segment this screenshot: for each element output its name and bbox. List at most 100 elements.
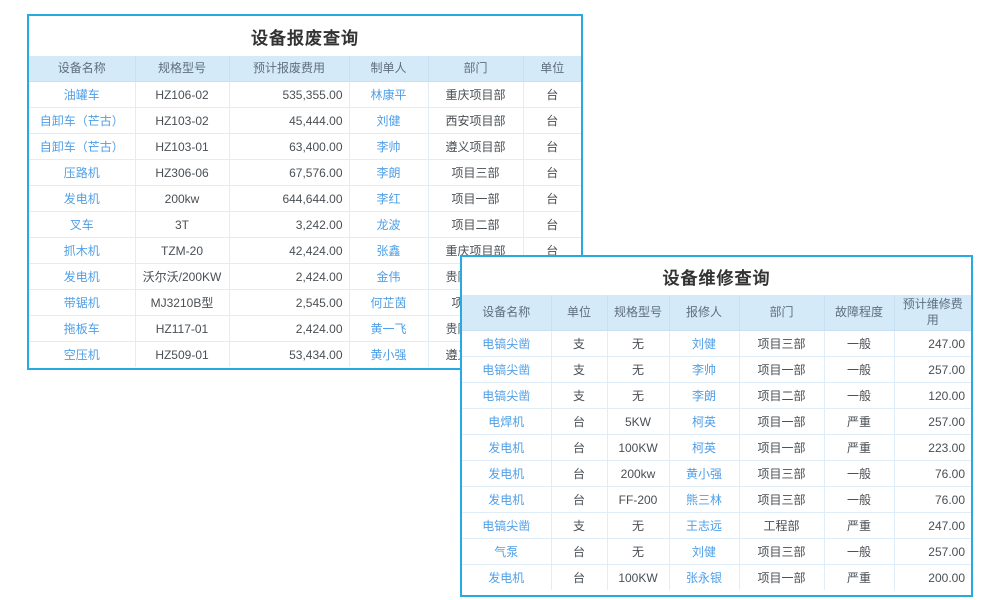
table-cell: 遵义项目部 bbox=[428, 134, 523, 160]
header-cell: 部门 bbox=[739, 295, 824, 331]
device-name-link[interactable]: 发电机 bbox=[462, 487, 551, 513]
table-cell: 台 bbox=[523, 186, 581, 212]
scrap-panel-title: 设备报废查询 bbox=[29, 16, 581, 56]
header-cell: 设备名称 bbox=[462, 295, 551, 331]
person-name-link[interactable]: 李朗 bbox=[349, 160, 428, 186]
device-name-link[interactable]: 自卸车（芒古） bbox=[29, 134, 135, 160]
table-cell: 项目一部 bbox=[739, 409, 824, 435]
table-cell: 63,400.00 bbox=[229, 134, 349, 160]
table-cell: 535,355.00 bbox=[229, 82, 349, 108]
device-name-link[interactable]: 电镐尖凿 bbox=[462, 331, 551, 357]
device-name-link[interactable]: 发电机 bbox=[29, 186, 135, 212]
table-cell: 200kw bbox=[607, 461, 669, 487]
device-name-link[interactable]: 电镐尖凿 bbox=[462, 383, 551, 409]
person-name-link[interactable]: 张鑫 bbox=[349, 238, 428, 264]
table-cell: 项目一部 bbox=[739, 357, 824, 383]
person-name-link[interactable]: 王志远 bbox=[669, 513, 739, 539]
table-cell: 项目三部 bbox=[428, 160, 523, 186]
table-cell: 3T bbox=[135, 212, 229, 238]
table-cell: 项目一部 bbox=[739, 435, 824, 461]
person-name-link[interactable]: 李帅 bbox=[669, 357, 739, 383]
person-name-link[interactable]: 张永银 bbox=[669, 565, 739, 591]
table-cell: 项目二部 bbox=[739, 383, 824, 409]
table-cell: 200.00 bbox=[894, 565, 971, 591]
table-cell: 台 bbox=[523, 160, 581, 186]
table-row: 电镐尖凿支无刘健项目三部一般247.00 bbox=[462, 331, 971, 357]
scrap-table-header: 设备名称规格型号预计报废费用制单人部门单位 bbox=[29, 56, 581, 82]
header-cell: 故障程度 bbox=[824, 295, 894, 331]
person-name-link[interactable]: 金伟 bbox=[349, 264, 428, 290]
person-name-link[interactable]: 何芷茵 bbox=[349, 290, 428, 316]
person-name-link[interactable]: 柯英 bbox=[669, 409, 739, 435]
table-cell: 5KW bbox=[607, 409, 669, 435]
table-row: 压路机HZ306-0667,576.00李朗项目三部台 bbox=[29, 160, 581, 186]
device-name-link[interactable]: 发电机 bbox=[462, 461, 551, 487]
repair-panel-title: 设备维修查询 bbox=[462, 257, 971, 295]
device-name-link[interactable]: 发电机 bbox=[462, 565, 551, 591]
table-cell: 无 bbox=[607, 331, 669, 357]
person-name-link[interactable]: 熊三林 bbox=[669, 487, 739, 513]
device-name-link[interactable]: 抓木机 bbox=[29, 238, 135, 264]
person-name-link[interactable]: 龙波 bbox=[349, 212, 428, 238]
table-cell: 重庆项目部 bbox=[428, 82, 523, 108]
device-name-link[interactable]: 油罐车 bbox=[29, 82, 135, 108]
table-row: 电焊机台5KW柯英项目一部严重257.00 bbox=[462, 409, 971, 435]
table-cell: 沃尔沃/200KW bbox=[135, 264, 229, 290]
table-cell: FF-200 bbox=[607, 487, 669, 513]
table-cell: TZM-20 bbox=[135, 238, 229, 264]
person-name-link[interactable]: 黄小强 bbox=[349, 342, 428, 368]
table-cell: HZ103-02 bbox=[135, 108, 229, 134]
table-cell: 644,644.00 bbox=[229, 186, 349, 212]
person-name-link[interactable]: 黄一飞 bbox=[349, 316, 428, 342]
table-cell: 42,424.00 bbox=[229, 238, 349, 264]
table-cell: 项目三部 bbox=[739, 461, 824, 487]
person-name-link[interactable]: 柯英 bbox=[669, 435, 739, 461]
person-name-link[interactable]: 林康平 bbox=[349, 82, 428, 108]
table-cell: 一般 bbox=[824, 331, 894, 357]
person-name-link[interactable]: 李朗 bbox=[669, 383, 739, 409]
device-name-link[interactable]: 发电机 bbox=[29, 264, 135, 290]
table-row: 发电机台FF-200熊三林项目三部一般76.00 bbox=[462, 487, 971, 513]
table-row: 叉车3T3,242.00龙波项目二部台 bbox=[29, 212, 581, 238]
table-cell: 2,424.00 bbox=[229, 264, 349, 290]
table-cell: 2,424.00 bbox=[229, 316, 349, 342]
device-name-link[interactable]: 拖板车 bbox=[29, 316, 135, 342]
header-row: 设备名称规格型号预计报废费用制单人部门单位 bbox=[29, 56, 581, 82]
device-name-link[interactable]: 叉车 bbox=[29, 212, 135, 238]
table-cell: 项目三部 bbox=[739, 487, 824, 513]
table-cell: 2,545.00 bbox=[229, 290, 349, 316]
table-cell: HZ509-01 bbox=[135, 342, 229, 368]
table-cell: HZ306-06 bbox=[135, 160, 229, 186]
person-name-link[interactable]: 刘健 bbox=[349, 108, 428, 134]
person-name-link[interactable]: 李红 bbox=[349, 186, 428, 212]
table-cell: 223.00 bbox=[894, 435, 971, 461]
device-name-link[interactable]: 带锯机 bbox=[29, 290, 135, 316]
device-name-link[interactable]: 电镐尖凿 bbox=[462, 357, 551, 383]
header-cell: 规格型号 bbox=[135, 56, 229, 82]
device-name-link[interactable]: 气泵 bbox=[462, 539, 551, 565]
table-cell: 严重 bbox=[824, 435, 894, 461]
person-name-link[interactable]: 李帅 bbox=[349, 134, 428, 160]
person-name-link[interactable]: 黄小强 bbox=[669, 461, 739, 487]
table-cell: 支 bbox=[551, 513, 607, 539]
table-cell: 无 bbox=[607, 383, 669, 409]
device-name-link[interactable]: 空压机 bbox=[29, 342, 135, 368]
person-name-link[interactable]: 刘健 bbox=[669, 539, 739, 565]
header-cell: 报修人 bbox=[669, 295, 739, 331]
device-name-link[interactable]: 压路机 bbox=[29, 160, 135, 186]
repair-table: 设备名称单位规格型号报修人部门故障程度预计维修费用 电镐尖凿支无刘健项目三部一般… bbox=[462, 295, 971, 590]
device-name-link[interactable]: 自卸车（芒古） bbox=[29, 108, 135, 134]
table-cell: 支 bbox=[551, 357, 607, 383]
table-cell: 200kw bbox=[135, 186, 229, 212]
person-name-link[interactable]: 刘健 bbox=[669, 331, 739, 357]
table-cell: HZ103-01 bbox=[135, 134, 229, 160]
device-name-link[interactable]: 电焊机 bbox=[462, 409, 551, 435]
table-cell: 项目三部 bbox=[739, 539, 824, 565]
table-cell: 67,576.00 bbox=[229, 160, 349, 186]
device-name-link[interactable]: 电镐尖凿 bbox=[462, 513, 551, 539]
table-row: 自卸车（芒古）HZ103-0163,400.00李帅遵义项目部台 bbox=[29, 134, 581, 160]
table-cell: HZ106-02 bbox=[135, 82, 229, 108]
table-cell: 一般 bbox=[824, 539, 894, 565]
device-name-link[interactable]: 发电机 bbox=[462, 435, 551, 461]
table-cell: 严重 bbox=[824, 565, 894, 591]
